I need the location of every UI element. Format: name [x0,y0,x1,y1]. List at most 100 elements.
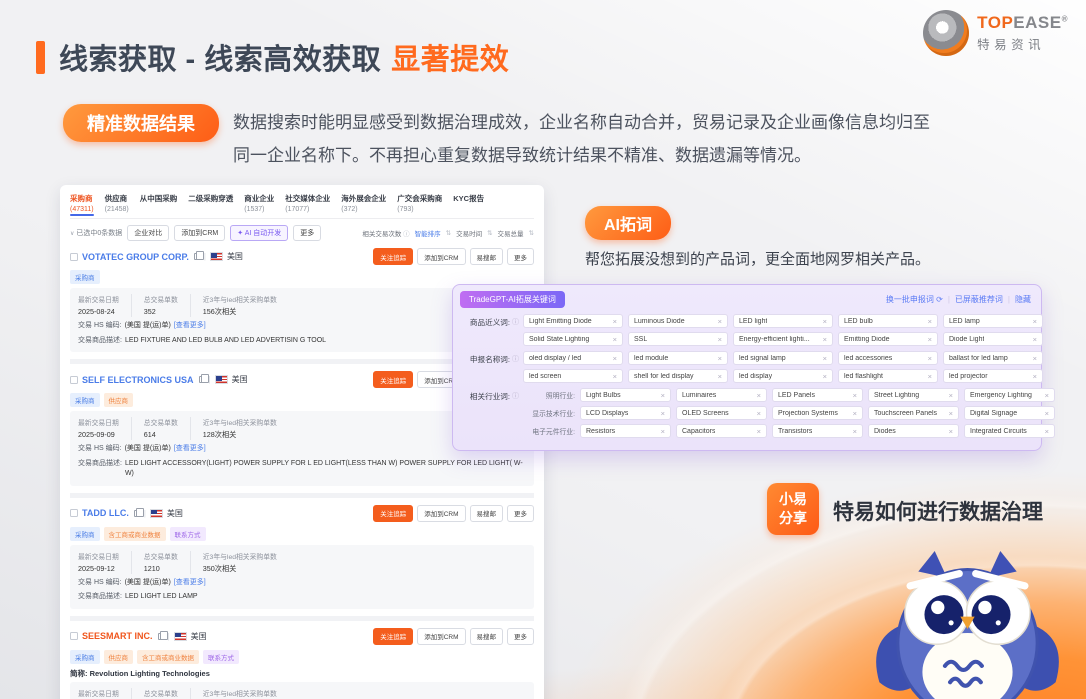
stat-label: 近3年与led相关采购单数 [203,688,277,698]
chip-remove-icon[interactable]: × [949,409,953,418]
add-crm-button[interactable]: 添加到CRM [417,505,465,522]
ai-auto-develop-button[interactable]: ✦ AI 自动开发 [230,225,288,241]
chip-remove-icon[interactable]: × [718,335,722,344]
keyword-chip: led projector× [943,369,1043,383]
chip-remove-icon[interactable]: × [823,335,827,344]
tab-item[interactable]: 商业企业(1537) [244,193,274,216]
row-checkbox[interactable] [70,509,78,517]
blocked-keywords-link[interactable]: 已屏蔽推荐词 [955,294,1003,305]
chip-remove-icon[interactable]: × [823,317,827,326]
us-flag-icon [150,509,163,518]
company-name-link[interactable]: VOTATEC GROUP CORP. [82,252,189,262]
chip-remove-icon[interactable]: × [949,427,953,436]
refresh-keywords-link[interactable]: 换一批申报词 ⟳ [886,294,943,305]
keyword-chip: LED bulb× [838,314,938,328]
view-more-link[interactable]: [查看更多] [174,321,206,332]
more-button[interactable]: 更多 [293,225,321,241]
chip-remove-icon[interactable]: × [613,335,617,344]
row-checkbox[interactable] [70,253,78,261]
more-button[interactable]: 更多 [507,628,534,645]
chip-remove-icon[interactable]: × [661,409,665,418]
more-button[interactable]: 更多 [507,248,534,265]
chip-remove-icon[interactable]: × [718,354,722,363]
chip-remove-icon[interactable]: × [613,317,617,326]
chip-remove-icon[interactable]: × [661,427,665,436]
add-to-crm-button[interactable]: 添加到CRM [174,225,225,241]
smart-sort[interactable]: 智能排序 [415,228,441,238]
tab-item[interactable]: KYC报告 [453,193,484,216]
keyword-chip: SSL× [628,332,728,346]
follow-button[interactable]: 关注追踪 [373,628,413,645]
chip-remove-icon[interactable]: × [928,335,932,344]
add-crm-button[interactable]: 添加到CRM [417,628,465,645]
sort-trade-count[interactable]: 相关交易次数 ⓘ [362,228,409,238]
chip-remove-icon[interactable]: × [1033,372,1037,381]
keyword-chip: Emitting Diode× [838,332,938,346]
chip-remove-icon[interactable]: × [1033,317,1037,326]
row-checkbox[interactable] [70,376,78,384]
company-name-link[interactable]: TADD LLC. [82,508,129,518]
keyword-chip: Luminaires× [676,388,767,402]
logo-top: TOP [977,13,1013,32]
chip-remove-icon[interactable]: × [928,372,932,381]
copy-icon[interactable] [194,253,200,260]
chip-remove-icon[interactable]: × [853,427,857,436]
copy-icon[interactable] [158,633,164,640]
sort-trade-volume[interactable]: 交易总量 [498,228,524,238]
tab-item[interactable]: 从中国采购 [140,193,178,216]
company-name-link[interactable]: SELF ELECTRONICS USA [82,375,194,385]
chip-remove-icon[interactable]: × [949,391,953,400]
chip-remove-icon[interactable]: × [823,354,827,363]
tab-item[interactable]: 供应商(21458) [105,193,129,216]
chip-remove-icon[interactable]: × [718,317,722,326]
chip-remove-icon[interactable]: × [757,409,761,418]
chip-remove-icon[interactable]: × [1045,409,1049,418]
chip-remove-icon[interactable]: × [613,372,617,381]
tab-item[interactable]: 二级采购穿透 [188,193,233,216]
more-button[interactable]: 更多 [507,505,534,522]
row-actions: 关注追踪添加到CRM 易搜邮更多 [373,628,534,645]
hide-panel-link[interactable]: 隐藏 [1015,294,1031,305]
chip-label: Transistors [778,428,812,435]
desc-row: 交易商品描述:LED LIGHT LED LAMP [78,592,526,603]
tab-item[interactable]: 海外展会企业(372) [341,193,386,216]
mail-search-button[interactable]: 易搜邮 [470,505,504,522]
sort-trade-time[interactable]: 交易时间 [456,228,482,238]
company-name-link[interactable]: SEESMART INC. [82,631,153,641]
chip-remove-icon[interactable]: × [757,427,761,436]
copy-icon[interactable] [199,376,205,383]
tab-item[interactable]: 广交会采购商(793) [397,193,442,216]
tab-item[interactable]: 采购商(47311) [70,193,94,216]
follow-button[interactable]: 关注追踪 [373,248,413,265]
chip-remove-icon[interactable]: × [928,354,932,363]
chip-remove-icon[interactable]: × [1045,427,1049,436]
row-checkbox[interactable] [70,632,78,640]
view-more-link[interactable]: [查看更多] [174,578,206,589]
chip-remove-icon[interactable]: × [1033,335,1037,344]
copy-icon[interactable] [134,510,140,517]
chip-remove-icon[interactable]: × [661,391,665,400]
stat-value: 128次相关 [203,430,277,440]
follow-button[interactable]: 关注追踪 [373,505,413,522]
chip-remove-icon[interactable]: × [757,391,761,400]
chip-remove-icon[interactable]: × [928,317,932,326]
tab-item[interactable]: 社交媒体企业(17077) [285,193,330,216]
chip-remove-icon[interactable]: × [823,372,827,381]
follow-button[interactable]: 关注追踪 [373,371,413,388]
view-more-link[interactable]: [查看更多] [174,444,206,455]
desc-value: LED FIXTURE AND LED BULB AND LED ADVERTI… [125,336,326,347]
chip-remove-icon[interactable]: × [853,409,857,418]
chip-remove-icon[interactable]: × [1033,354,1037,363]
add-crm-button[interactable]: 添加到CRM [417,248,465,265]
sort-arrows-icon: ⇅ [446,229,451,237]
chip-remove-icon[interactable]: × [613,354,617,363]
selected-count[interactable]: ∨已选中0条数据 [70,228,122,238]
precise-data-badge: 精准数据结果 [63,104,219,142]
mail-search-button[interactable]: 易搜邮 [470,628,504,645]
chip-remove-icon[interactable]: × [853,391,857,400]
hs-value: (美国 提(运)单) [125,321,171,332]
mail-search-button[interactable]: 易搜邮 [470,248,504,265]
chip-remove-icon[interactable]: × [1045,391,1049,400]
compare-button[interactable]: 企业对比 [127,225,169,241]
chip-remove-icon[interactable]: × [718,372,722,381]
